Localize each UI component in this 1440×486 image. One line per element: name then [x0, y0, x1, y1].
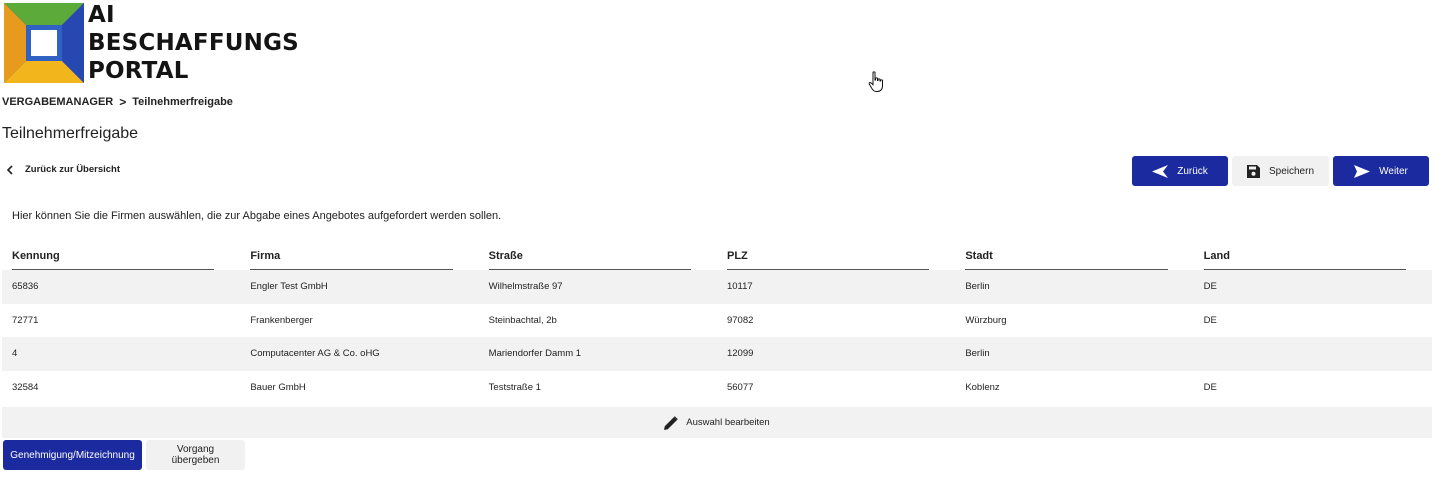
page-title: Teilnehmerfreigabe — [2, 125, 139, 142]
cell-strasse: Steinbachtal, 2b — [488, 314, 557, 326]
cell-plz: 97082 — [726, 314, 754, 326]
next-button-label: Weiter — [1379, 165, 1408, 177]
save-button-label: Speichern — [1268, 165, 1315, 177]
column-header-strasse[interactable]: Straße — [479, 246, 717, 270]
chevron-left-icon — [6, 164, 13, 175]
logo-line-2: BESCHAFFUNGS — [88, 30, 299, 56]
back-button[interactable]: Zurück — [1132, 156, 1228, 186]
next-button[interactable]: Weiter — [1333, 156, 1429, 186]
cell-kennung: 32584 — [12, 381, 39, 393]
cell-kennung: 65836 — [12, 281, 39, 293]
cell-firma: Engler Test GmbH — [250, 281, 328, 293]
arrow-left-icon — [1152, 164, 1169, 178]
handover-button[interactable]: Vorgang übergeben — [146, 440, 245, 470]
cell-kennung: 4 — [12, 348, 18, 360]
cell-plz: 12099 — [726, 348, 754, 360]
column-header-kennung[interactable]: Kennung — [2, 246, 240, 270]
cell-plz: 56077 — [726, 381, 754, 393]
cell-stadt: Koblenz — [965, 381, 1000, 393]
cell-firma: Computacenter AG & Co. oHG — [250, 348, 380, 360]
top-action-buttons: Zurück Speichern Weiter — [1132, 156, 1429, 186]
back-to-overview-link[interactable]: Zurück zur Übersicht — [6, 164, 120, 175]
approval-button-label: Genehmigung/Mitzeichnung — [10, 449, 135, 461]
approval-button[interactable]: Genehmigung/Mitzeichnung — [3, 440, 142, 470]
breadcrumb-separator: > — [119, 95, 127, 109]
cell-stadt: Berlin — [965, 281, 990, 293]
cell-land: DE — [1203, 381, 1217, 393]
edit-selection-label: Auswahl bearbeiten — [686, 417, 770, 428]
cell-land: DE — [1203, 281, 1217, 293]
breadcrumb-current: Teilnehmerfreigabe — [132, 96, 233, 108]
column-header-firma[interactable]: Firma — [240, 246, 478, 270]
table-header: Kennung Firma Straße PLZ Stadt Land — [2, 246, 1432, 270]
hand-cursor-icon — [868, 71, 883, 92]
cell-strasse: Teststraße 1 — [488, 381, 541, 393]
logo-mark-icon — [4, 3, 84, 83]
cell-firma: Frankenberger — [250, 314, 313, 326]
table-row[interactable]: 4 Computacenter AG & Co. oHG Mariendorfe… — [2, 337, 1432, 371]
back-link-label: Zurück zur Übersicht — [25, 164, 121, 175]
logo-text: AI BESCHAFFUNGS PORTAL — [88, 1, 299, 85]
app-logo: AI BESCHAFFUNGS PORTAL — [4, 2, 299, 84]
bottom-action-buttons: Genehmigung/Mitzeichnung Vorgang übergeb… — [3, 440, 245, 470]
send-icon — [1354, 164, 1371, 178]
column-header-land[interactable]: Land — [1194, 246, 1432, 270]
table-row[interactable]: 72771 Frankenberger Steinbachtal, 2b 970… — [2, 304, 1432, 338]
cell-stadt: Berlin — [965, 348, 990, 360]
column-header-plz[interactable]: PLZ — [717, 246, 955, 270]
logo-line-3: PORTAL — [88, 58, 189, 84]
logo-line-1: AI — [88, 2, 115, 28]
table-row[interactable]: 32584 Bauer GmbH Teststraße 1 56077 Kobl… — [2, 371, 1432, 405]
cell-firma: Bauer GmbH — [250, 381, 306, 393]
handover-button-label: Vorgang übergeben — [171, 444, 220, 466]
back-button-label: Zurück — [1177, 165, 1208, 177]
breadcrumb-root[interactable]: VERGABEMANAGER — [2, 96, 113, 108]
save-button[interactable]: Speichern — [1232, 156, 1329, 186]
edit-selection-button[interactable]: Auswahl bearbeiten — [2, 407, 1432, 438]
breadcrumb: VERGABEMANAGER > Teilnehmerfreigabe — [2, 95, 233, 109]
participants-table: Kennung Firma Straße PLZ Stadt Land 6583… — [2, 246, 1432, 404]
table-row[interactable]: 65836 Engler Test GmbH Wilhelmstraße 97 … — [2, 270, 1432, 304]
floppy-disk-icon — [1246, 164, 1260, 178]
cell-land: DE — [1203, 314, 1217, 326]
cell-stadt: Würzburg — [965, 314, 1007, 326]
column-header-stadt[interactable]: Stadt — [955, 246, 1193, 270]
cell-kennung: 72771 — [12, 314, 39, 326]
pencil-icon — [664, 415, 679, 430]
cell-plz: 10117 — [726, 281, 753, 293]
cell-strasse: Mariendorfer Damm 1 — [488, 348, 582, 360]
intro-text: Hier können Sie die Firmen auswählen, di… — [12, 210, 502, 222]
cell-strasse: Wilhelmstraße 97 — [488, 281, 563, 293]
